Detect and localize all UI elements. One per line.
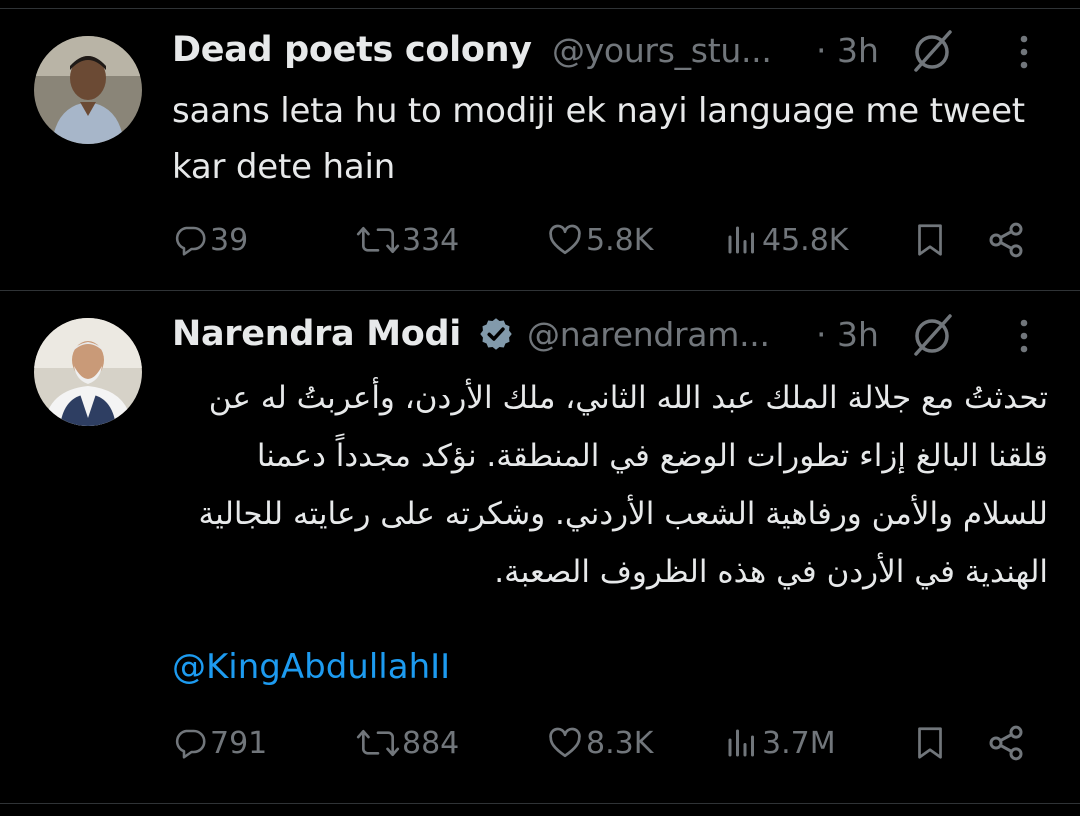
repost-count: 334 <box>402 222 460 258</box>
bookmark-icon <box>918 224 942 256</box>
bookmark-icon <box>918 727 942 759</box>
repost-button[interactable]: 334 <box>356 215 459 265</box>
views-count: 45.8K <box>762 222 849 258</box>
reply-icon <box>175 729 206 759</box>
timestamp[interactable]: · 3h <box>816 31 879 70</box>
display-name[interactable]: Narendra Modi <box>172 314 461 354</box>
repost-count: 884 <box>402 725 460 761</box>
tweet-actions: 791 884 8.3K 3.7M <box>0 718 1080 768</box>
views-icon <box>728 226 754 254</box>
display-name[interactable]: Dead poets colony <box>172 30 532 70</box>
repost-icon <box>356 729 400 757</box>
more-icon[interactable] <box>1018 30 1030 74</box>
tweet-actions: 39 334 5.8K 45.8K <box>0 215 1080 265</box>
repost-button[interactable]: 884 <box>356 718 459 768</box>
avatar[interactable] <box>34 36 142 144</box>
tweet-header: Narendra Modi @narendram... · 3h <box>172 314 1080 358</box>
share-button[interactable] <box>986 215 1028 265</box>
tweet-text: saans leta hu to modiji ek nayi language… <box>172 91 1025 187</box>
timestamp[interactable]: · 3h <box>816 315 879 354</box>
views-button[interactable]: 3.7M <box>724 718 836 768</box>
like-button[interactable]: 5.8K <box>546 215 653 265</box>
like-button[interactable]: 8.3K <box>546 718 653 768</box>
views-count: 3.7M <box>762 725 836 761</box>
reply-button[interactable]: 39 <box>172 215 248 265</box>
avatar[interactable] <box>34 318 142 426</box>
more-icon[interactable] <box>1018 314 1030 358</box>
repost-icon <box>356 226 400 254</box>
bookmark-button[interactable] <box>912 215 950 265</box>
tweet-text: تحدثتُ مع جلالة الملك عبد الله الثاني، م… <box>198 380 1049 590</box>
like-icon <box>549 727 581 758</box>
reply-count: 791 <box>210 725 268 761</box>
grok-icon[interactable] <box>908 310 956 358</box>
reply-count: 39 <box>210 222 249 258</box>
views-icon <box>728 729 754 757</box>
reply-button[interactable]: 791 <box>172 718 267 768</box>
grok-icon[interactable] <box>908 26 956 74</box>
timeline-feed: Dead poets colony @yours_stu... · 3h saa… <box>0 0 1080 816</box>
verified-badge-icon[interactable] <box>478 316 514 352</box>
like-icon <box>549 224 581 255</box>
tweet-card[interactable]: Narendra Modi @narendram... · 3h تحدثتُ … <box>0 291 1080 803</box>
reply-icon <box>175 226 206 256</box>
like-count: 5.8K <box>586 222 654 258</box>
mention-link[interactable]: @KingAbdullahII <box>172 647 450 687</box>
share-button[interactable] <box>986 718 1028 768</box>
like-count: 8.3K <box>586 725 654 761</box>
user-handle[interactable]: @narendram... <box>527 315 770 354</box>
avatar-image <box>34 36 142 144</box>
avatar-image <box>34 318 142 426</box>
tweet-header: Dead poets colony @yours_stu... · 3h <box>172 30 1080 74</box>
bookmark-button[interactable] <box>912 718 950 768</box>
tweet-card[interactable]: Dead poets colony @yours_stu... · 3h saa… <box>0 0 1080 290</box>
bottom-divider <box>0 803 1080 804</box>
views-button[interactable]: 45.8K <box>724 215 848 265</box>
share-icon <box>989 725 1023 761</box>
share-icon <box>989 222 1023 258</box>
user-handle[interactable]: @yours_stu... <box>552 31 772 70</box>
